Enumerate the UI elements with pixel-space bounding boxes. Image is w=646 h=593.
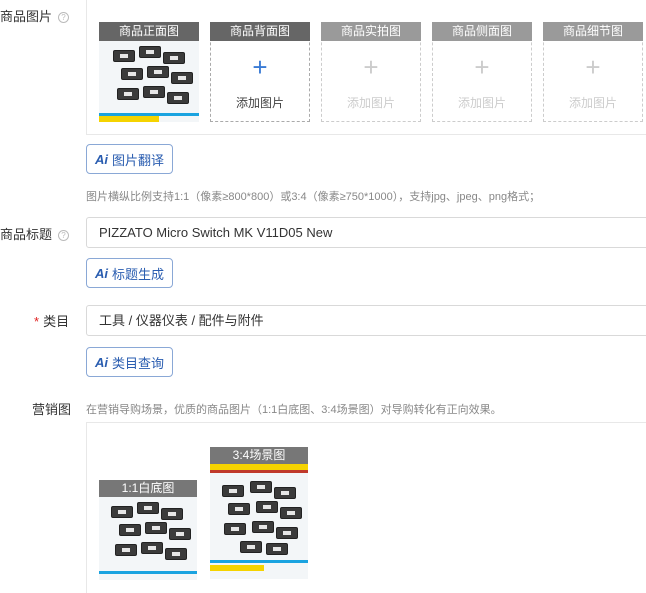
image-slot-real: 商品实拍图 + 添加图片 <box>321 22 421 122</box>
marketing-hint: 在营销导购场景，优质的商品图片（1:1白底图、3:4场景图）对导购转化有正向效果… <box>86 404 502 416</box>
image-translate-button[interactable]: Ai 图片翻译 <box>86 144 174 174</box>
add-image-label: 添加图片 <box>235 96 284 110</box>
plus-icon: + <box>585 52 601 82</box>
marketing-portrait-image[interactable]: 3:4场景图 <box>210 447 308 579</box>
add-image-label: 添加图片 <box>346 96 395 110</box>
marketing-panel: 1:1白底图 3:4场景图 <box>86 422 646 593</box>
title-generate-button[interactable]: Ai 标题生成 <box>86 258 174 288</box>
image-slot-front[interactable]: 商品正面图 <box>99 22 199 122</box>
slot-title: 商品实拍图 <box>321 22 421 41</box>
category-query-button[interactable]: Ai 类目查询 <box>86 347 174 377</box>
help-icon[interactable]: ? <box>58 12 70 23</box>
slot-title: 商品细节图 <box>543 22 643 41</box>
image-slot-back[interactable]: 商品背面图 + 添加图片 <box>210 22 310 122</box>
product-images-label: 商品图片? <box>0 6 70 25</box>
add-image-label: 添加图片 <box>457 96 506 110</box>
ai-icon: Ai <box>95 151 108 167</box>
help-icon[interactable]: ? <box>58 230 70 241</box>
marketing-item-title: 3:4场景图 <box>210 447 308 464</box>
slot-title: 商品侧面图 <box>432 22 532 41</box>
slot-title: 商品背面图 <box>210 22 310 41</box>
product-photo-portrait <box>210 447 308 579</box>
image-hint: 图片横纵比例支持1:1（像素≥800*800）或3:4（像素≥750*1000）… <box>86 191 541 203</box>
required-mark: * <box>34 314 40 329</box>
image-slot-detail: 商品细节图 + 添加图片 <box>543 22 643 122</box>
ai-icon: Ai <box>95 354 108 370</box>
plus-icon: + <box>252 52 268 82</box>
ai-icon: Ai <box>95 265 108 281</box>
category-select[interactable]: 工具 / 仪器仪表 / 配件与附件 <box>86 305 646 336</box>
plus-icon: + <box>363 52 379 82</box>
product-images-panel: 商品正面图 商品背面图 + 添加图片 商品实拍图 + 添加图片 商品侧面图 + … <box>86 0 646 135</box>
marketing-label: 营销图 <box>32 402 72 417</box>
marketing-item-title: 1:1白底图 <box>99 480 197 497</box>
marketing-square-image[interactable]: 1:1白底图 <box>99 480 197 580</box>
category-label: * 类目 <box>34 314 70 329</box>
image-slot-side: 商品侧面图 + 添加图片 <box>432 22 532 122</box>
add-image-label: 添加图片 <box>568 96 617 110</box>
plus-icon: + <box>474 52 490 82</box>
title-input[interactable]: PIZZATO Micro Switch MK V11D05 New <box>86 217 646 248</box>
slot-title: 商品正面图 <box>99 22 199 41</box>
title-label: 商品标题? <box>0 224 70 243</box>
